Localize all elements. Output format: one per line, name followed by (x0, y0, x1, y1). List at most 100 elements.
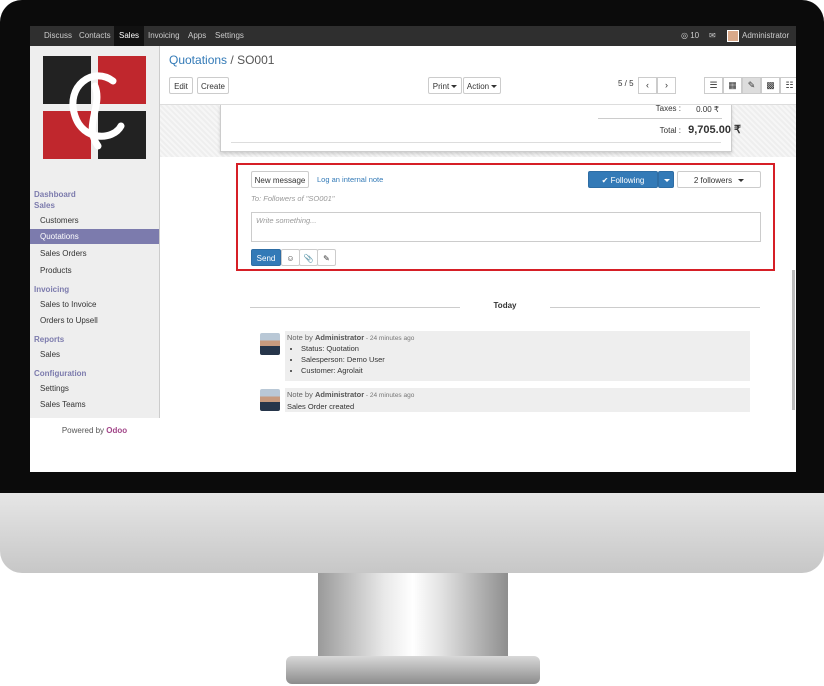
menu-discuss[interactable]: Discuss (39, 26, 77, 46)
user-avatar (727, 29, 739, 42)
total-value: 9,705.00 ₹ (688, 124, 741, 136)
top-navbar: Discuss Contacts Sales Invoicing Apps Se… (30, 26, 796, 58)
taxes-label: Taxes : (655, 105, 681, 113)
chat-icon[interactable]: ✉ (709, 26, 716, 46)
calendar-view-icon[interactable]: ▩ (761, 77, 780, 94)
breadcrumb-separator: / (230, 53, 234, 67)
monitor-stand-base (286, 656, 540, 684)
chatter-composer-highlight: New message Log an internal note ✔ Follo… (236, 163, 775, 271)
message-meta: Note by Administrator - 24 minutes ago (287, 333, 748, 342)
breadcrumb-quotations[interactable]: Quotations (169, 53, 227, 67)
message-author[interactable]: Administrator (315, 390, 364, 399)
sidebar-item-sales-teams[interactable]: Sales Teams (30, 397, 159, 412)
menu-contacts[interactable]: Contacts (74, 26, 116, 46)
followers-dropdown[interactable]: 2 followers (677, 171, 761, 188)
sidebar-section-invoicing: Invoicing (34, 285, 70, 294)
sidebar-item-products[interactable]: Products (30, 263, 159, 278)
form-sheet: Taxes : 0.00 ₹ Total : 9,705.00 ₹ (220, 105, 741, 152)
messages-indicator[interactable]: ◎ 10 (681, 26, 699, 46)
form-content: Taxes : 0.00 ₹ Total : 9,705.00 ₹ New me… (160, 105, 796, 472)
message-prefix: Note by (287, 333, 315, 342)
sidebar-section-reports: Reports (34, 335, 65, 344)
caret-down-icon (738, 179, 745, 183)
screen: Discuss Contacts Sales Invoicing Apps Se… (30, 26, 796, 472)
attachment-icon[interactable]: 📎 (299, 249, 318, 266)
full-composer-icon[interactable]: ✎ (317, 249, 336, 266)
author-avatar[interactable] (260, 389, 280, 411)
sidebar-item-customers[interactable]: Customers (30, 213, 159, 228)
form-view-icon[interactable]: ✎ (742, 77, 761, 94)
list-view-icon[interactable]: ☰ (704, 77, 723, 94)
breadcrumb-current: SO001 (237, 53, 275, 67)
separator-line-right (550, 307, 760, 308)
message-time: - 24 minutes ago (364, 335, 415, 342)
log-internal-note-link[interactable]: Log an internal note (317, 175, 383, 184)
pager-previous-button[interactable]: ‹ (638, 77, 657, 94)
sidebar-item-sales-orders[interactable]: Sales Orders (30, 246, 159, 261)
scrollbar[interactable] (792, 270, 795, 410)
menu-invoicing[interactable]: Invoicing (143, 26, 185, 46)
pager-next-button[interactable]: › (657, 77, 676, 94)
print-button[interactable]: Print (428, 77, 462, 94)
new-message-button[interactable]: New message (251, 171, 309, 188)
pivot-view-icon[interactable]: ☷ (780, 77, 796, 94)
message-prefix: Note by (287, 390, 315, 399)
followers-label: 2 followers (693, 176, 733, 185)
sidebar-item-reports-sales[interactable]: Sales (30, 347, 159, 362)
monitor-stand-neck (318, 573, 508, 659)
caret-down-icon (491, 85, 498, 89)
author-avatar[interactable] (260, 333, 280, 355)
message-note: Note by Administrator - 24 minutes ago S… (285, 331, 750, 381)
date-separator: Today (250, 301, 760, 315)
following-dropdown-toggle[interactable] (658, 171, 674, 188)
action-label: Action (466, 82, 490, 91)
menu-sales[interactable]: Sales (114, 26, 145, 46)
following-button[interactable]: ✔ Following (588, 171, 658, 188)
message-meta: Note by Administrator - 24 minutes ago (287, 390, 748, 399)
control-panel: Quotations / SO001 Edit Create Print Act… (160, 46, 796, 105)
powered-by: Powered by Odoo (30, 426, 159, 435)
message-composer-input[interactable]: Write something... (251, 212, 761, 242)
user-name: Administrator (742, 31, 790, 40)
message-time: - 24 minutes ago (364, 392, 415, 399)
caret-down-icon (664, 179, 670, 183)
kanban-view-icon[interactable]: ▦ (723, 77, 742, 94)
sidebar: Dashboard Sales Customers Quotations Sal… (30, 46, 160, 435)
sidebar-item-orders-to-upsell[interactable]: Orders to Upsell (30, 313, 159, 328)
monitor-chin (0, 493, 824, 573)
list-item: Status: Quotation (301, 344, 748, 353)
breadcrumb: Quotations / SO001 (169, 53, 274, 67)
sidebar-section-dashboard[interactable]: Dashboard (34, 190, 76, 199)
powered-by-text: Powered by (61, 426, 107, 435)
at-icon: ◎ (681, 31, 688, 40)
date-separator-label: Today (493, 301, 517, 310)
sidebar-item-sales-to-invoice[interactable]: Sales to Invoice (30, 297, 159, 312)
to-followers-text: To: Followers of "SO001" (251, 194, 335, 203)
user-menu[interactable]: Administrator (727, 26, 796, 58)
emoji-icon[interactable]: ☺ (281, 249, 300, 266)
pager-value: 5 / 5 (618, 79, 634, 88)
messages-count: 10 (690, 31, 700, 40)
send-button[interactable]: Send (251, 249, 281, 266)
totals-divider (598, 118, 722, 119)
menu-settings[interactable]: Settings (210, 26, 249, 46)
message-author[interactable]: Administrator (315, 333, 364, 342)
caret-down-icon (451, 85, 458, 89)
separator-line-left (250, 307, 460, 308)
print-label: Print (432, 82, 450, 91)
check-icon: ✔ (601, 176, 609, 185)
create-button[interactable]: Create (197, 77, 229, 94)
sidebar-section-sales: Sales (34, 201, 55, 210)
sheet-divider (231, 142, 721, 143)
taxes-value: 0.00 ₹ (696, 105, 719, 114)
company-logo (43, 56, 146, 159)
menu-apps[interactable]: Apps (183, 26, 211, 46)
message-body: Sales Order created (287, 402, 355, 411)
list-item: Salesperson: Demo User (301, 355, 748, 364)
action-button[interactable]: Action (463, 77, 501, 94)
edit-button[interactable]: Edit (169, 77, 193, 94)
odoo-link[interactable]: Odoo (106, 426, 127, 435)
sidebar-item-settings[interactable]: Settings (30, 381, 159, 396)
sidebar-item-quotations[interactable]: Quotations (30, 229, 159, 244)
list-item: Customer: Agrolait (301, 366, 748, 375)
